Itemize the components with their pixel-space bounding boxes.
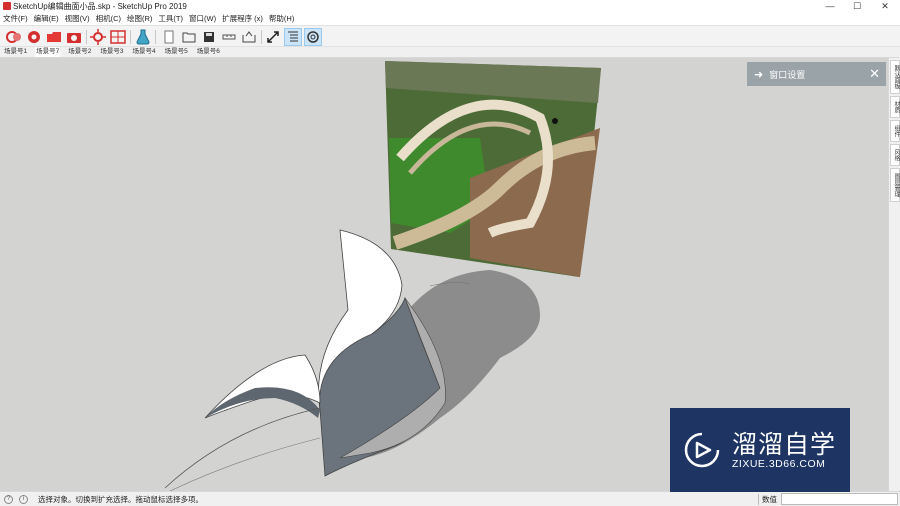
watermark-title: 溜溜自学 <box>732 430 837 459</box>
menu-view[interactable]: 视图(V) <box>65 13 90 25</box>
folder-red-icon[interactable] <box>45 28 63 46</box>
scene-tab-7[interactable]: 场景号7 <box>35 47 61 57</box>
fullscreen-icon[interactable] <box>264 28 282 46</box>
maximize-button[interactable]: ☐ <box>843 0 871 13</box>
scene-tab-6[interactable]: 场景号6 <box>196 47 221 57</box>
side-tab-styles[interactable]: 风格 <box>890 144 900 166</box>
scene-tabs: 场景号1 场景号7 场景号2 场景号3 场景号4 场景号5 场景号6 <box>0 47 900 58</box>
extension-warehouse-icon[interactable] <box>5 28 23 46</box>
save-icon[interactable] <box>200 28 218 46</box>
scene-tab-5[interactable]: 场景号5 <box>164 47 189 57</box>
main-toolbar <box>0 25 900 47</box>
status-hint: 选择对象。切换到扩充选择。拖动鼠标选择多项。 <box>38 495 203 504</box>
measurements-input[interactable] <box>781 493 898 505</box>
play-logo-icon <box>684 432 720 468</box>
minimize-button[interactable]: — <box>816 0 844 13</box>
arrow-right-icon[interactable]: ➜ <box>754 68 763 81</box>
menu-edit[interactable]: 编辑(E) <box>34 13 59 25</box>
menu-bar: 文件(F) 编辑(E) 视图(V) 相机(C) 绘图(R) 工具(T) 窗口(W… <box>0 13 900 25</box>
sketchup-logo-icon <box>3 2 11 10</box>
scene-tab-4[interactable]: 场景号4 <box>132 47 157 57</box>
close-button[interactable]: ✕ <box>871 0 899 13</box>
open-folder-icon[interactable] <box>180 28 198 46</box>
tray-settings-icon[interactable] <box>304 28 322 46</box>
window-settings-panel[interactable]: ➜ 窗口设置 ✕ <box>747 62 886 86</box>
info-icon[interactable]: i <box>19 495 28 504</box>
menu-file[interactable]: 文件(F) <box>3 13 28 25</box>
reference-photo <box>385 61 601 277</box>
status-bar: ? i 选择对象。切换到扩充选择。拖动鼠标选择多项。 数值 <box>0 491 900 506</box>
tray-side-tabs: 默认面板 材质 组件 风格 图层管理 <box>888 58 900 491</box>
camera-icon[interactable] <box>65 28 83 46</box>
ground-curve <box>164 407 321 489</box>
menu-camera[interactable]: 相机(C) <box>96 13 121 25</box>
close-icon[interactable]: ✕ <box>869 66 880 82</box>
potion-flask-icon[interactable] <box>134 28 152 46</box>
ground-curve <box>169 437 321 491</box>
geo-location-icon[interactable]: ? <box>4 495 13 504</box>
scene-tab-3[interactable]: 场景号3 <box>99 47 124 57</box>
settings-gear-icon[interactable] <box>25 28 43 46</box>
measurements-label: 数值 <box>758 494 780 505</box>
watermark-subtitle: ZIXUE.3D66.COM <box>732 458 826 470</box>
panel-title: 窗口设置 <box>769 69 806 80</box>
new-page-icon[interactable] <box>160 28 178 46</box>
side-tab-layers[interactable]: 图层管理 <box>890 168 900 202</box>
window-title: SketchUp编辑曲面小品.skp - SketchUp Pro 2019 <box>13 2 187 11</box>
sun-gear-icon[interactable] <box>89 28 107 46</box>
menu-draw[interactable]: 绘图(R) <box>127 13 152 25</box>
export-icon[interactable] <box>240 28 258 46</box>
side-tab-default[interactable]: 默认面板 <box>890 60 900 94</box>
outliner-icon[interactable] <box>284 28 302 46</box>
grid-icon[interactable] <box>109 28 127 46</box>
ruler-icon[interactable] <box>220 28 238 46</box>
scene-tab-1[interactable]: 场景号1 <box>3 47 28 57</box>
title-bar: SketchUp编辑曲面小品.skp - SketchUp Pro 2019 —… <box>0 0 900 13</box>
menu-window[interactable]: 窗口(W) <box>189 13 216 25</box>
watermark-logo: 溜溜自学 ZIXUE.3D66.COM <box>670 408 850 492</box>
side-tab-components[interactable]: 组件 <box>890 120 900 142</box>
menu-tools[interactable]: 工具(T) <box>158 13 183 25</box>
scene-tab-2[interactable]: 场景号2 <box>67 47 92 57</box>
menu-extensions[interactable]: 扩展程序 (x) <box>222 13 263 25</box>
menu-help[interactable]: 帮助(H) <box>269 13 294 25</box>
side-tab-materials[interactable]: 材质 <box>890 96 900 118</box>
